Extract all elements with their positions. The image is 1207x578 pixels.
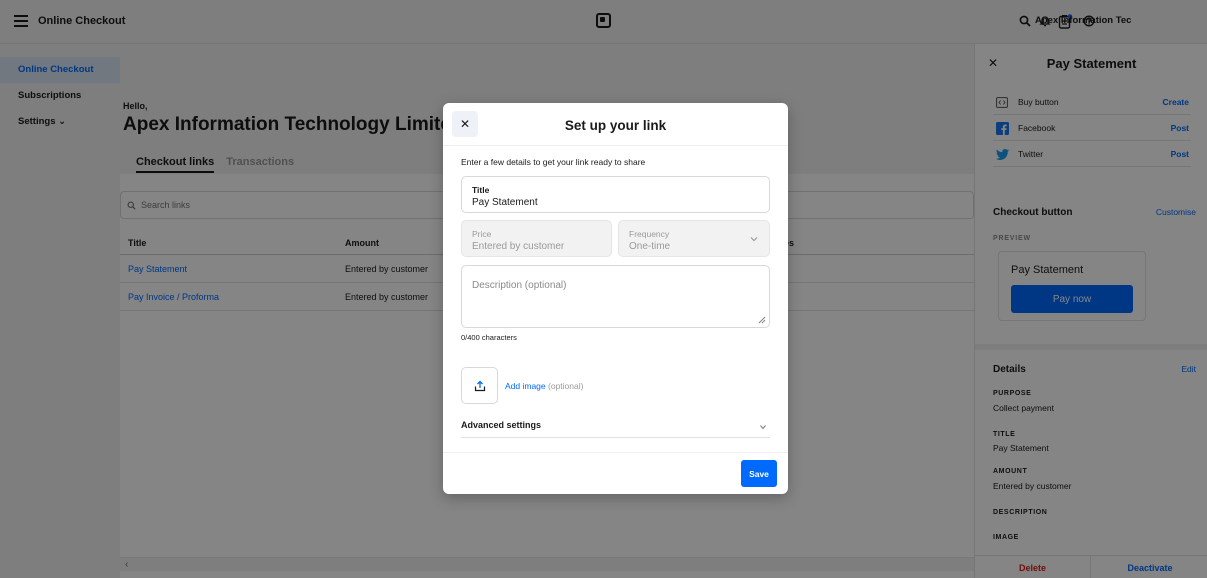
title-field[interactable]: Title Pay Statement <box>461 176 770 213</box>
upload-image-button[interactable] <box>461 367 498 404</box>
frequency-field-value: One-time <box>629 241 671 252</box>
frequency-select: Frequency One-time <box>618 220 770 257</box>
title-field-value[interactable]: Pay Statement <box>472 197 538 208</box>
save-button[interactable]: Save <box>741 460 777 487</box>
description-field[interactable]: Description (optional) <box>461 265 770 328</box>
price-field-label: Price <box>472 229 492 239</box>
title-field-label: Title <box>472 185 490 195</box>
resize-handle-icon[interactable] <box>758 316 766 324</box>
description-placeholder: Description (optional) <box>472 280 567 291</box>
frequency-field-label: Frequency <box>629 229 670 239</box>
chevron-down-icon <box>760 425 766 430</box>
add-image-text: Add image (optional) <box>505 381 583 391</box>
add-image-link[interactable]: Add image <box>505 381 546 391</box>
divider <box>443 145 788 146</box>
divider <box>443 452 788 453</box>
upload-icon <box>474 380 485 391</box>
add-image-optional: (optional) <box>548 381 584 391</box>
setup-link-dialog: ✕ Set up your link Enter a few details t… <box>443 103 788 494</box>
price-field-value: Entered by customer <box>472 241 565 252</box>
price-field: Price Entered by customer <box>461 220 612 257</box>
dialog-intro: Enter a few details to get your link rea… <box>461 157 646 167</box>
advanced-settings-label: Advanced settings <box>461 420 542 430</box>
dialog-title: Set up your link <box>564 118 667 133</box>
chevron-down-icon <box>750 237 758 242</box>
char-counter: 0/400 characters <box>461 333 517 342</box>
advanced-settings-toggle[interactable]: Advanced settings <box>461 410 770 438</box>
